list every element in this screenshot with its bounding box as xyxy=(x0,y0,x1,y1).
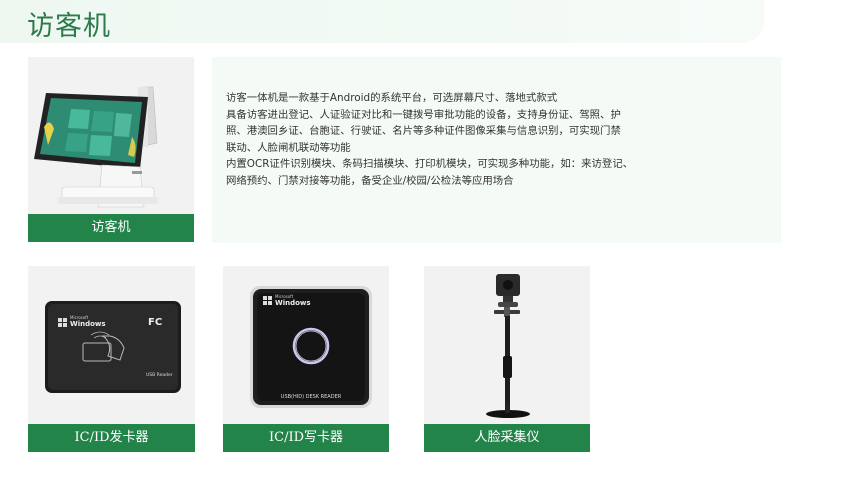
card-writer-image: Microsoft Windows USB(HID) DESK READER xyxy=(250,286,372,408)
description-panel: 访客一体机是一款基于Android的系统平台，可选屏幕尺寸、落地式款式 具备访客… xyxy=(212,57,781,243)
fc-mark: FC xyxy=(148,317,162,328)
face-collector-image xyxy=(486,274,530,418)
description-line: 访客一体机是一款基于Android的系统平台，可选屏幕尺寸、落地式款式 xyxy=(226,92,558,104)
card-issuer-image: Microsoft Windows FC USB Reader xyxy=(45,301,181,393)
description-line: 联动、人脸闸机联动等功能 xyxy=(226,141,351,154)
device-name: Windows xyxy=(70,320,106,328)
product-card-ic-id-issuer[interactable]: Microsoft Windows FC USB Reader IC/ID发卡器 xyxy=(28,266,195,452)
product-label-ic-id-writer: IC/ID写卡器 xyxy=(223,424,389,452)
product-card-ic-id-writer[interactable]: Microsoft Windows USB(HID) DESK READER I… xyxy=(223,266,389,452)
usb-text: USB Reader xyxy=(146,372,173,378)
usb-text: USB(HID) DESK READER xyxy=(281,394,342,400)
visitor-machine-image xyxy=(34,86,158,208)
description-line: 内置OCR证件识别模块、条码扫描模块、打印机模块，可实现多种功能，如：来访登记、 xyxy=(226,158,634,171)
description-text: 访客一体机是一款基于Android的系统平台，可选屏幕尺寸、落地式款式 具备访客… xyxy=(226,90,656,190)
header-band xyxy=(0,0,764,43)
description-line: 网络预约、门禁对接等功能，备受企业/校园/公检法等应用场合 xyxy=(226,174,514,187)
description-line: 具备访客进出登记、人证验证对比和一键拨号审批功能的设备，支持身份证、驾照、护 xyxy=(226,108,621,121)
page-title: 访客机 xyxy=(27,11,111,42)
product-label-ic-id-issuer: IC/ID发卡器 xyxy=(28,424,195,452)
device-name: Windows xyxy=(275,299,311,307)
product-card-visitor-machine[interactable]: 访客机 xyxy=(28,57,194,242)
description-line: 照、港澳回乡证、台胞证、行驶证、名片等多种证件图像采集与信息识别，可实现门禁 xyxy=(226,125,621,138)
product-label-face-collector: 人脸采集仪 xyxy=(424,424,590,452)
product-card-face-collector[interactable]: 人脸采集仪 xyxy=(424,266,590,452)
product-label-visitor-machine: 访客机 xyxy=(28,214,194,242)
